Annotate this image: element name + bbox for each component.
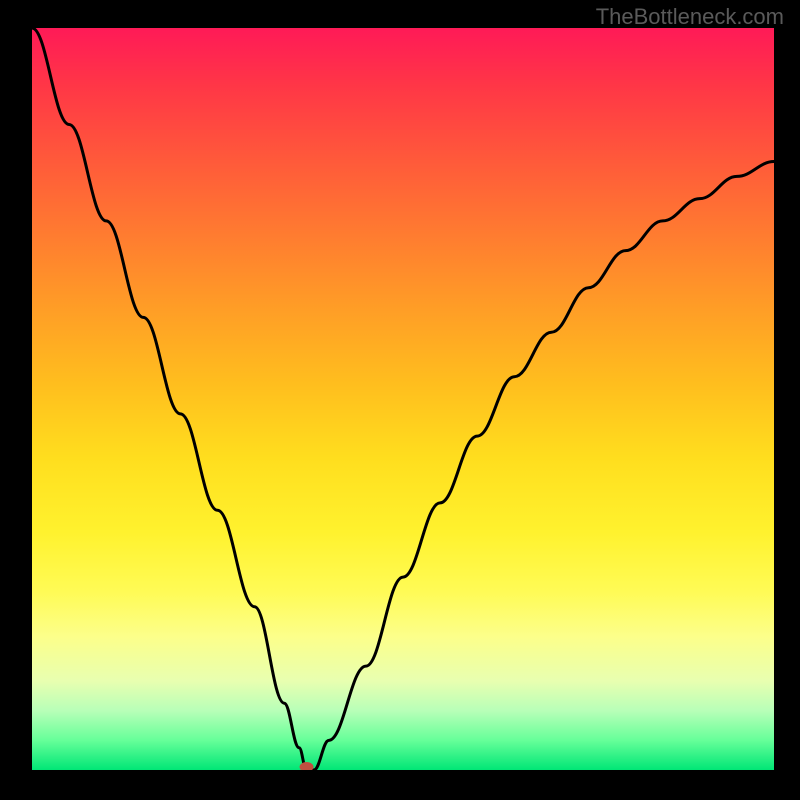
bottleneck-curve (32, 28, 774, 770)
watermark-text: TheBottleneck.com (596, 4, 784, 30)
minimum-marker (300, 762, 314, 770)
chart-plot-area (32, 28, 774, 770)
chart-svg (32, 28, 774, 770)
